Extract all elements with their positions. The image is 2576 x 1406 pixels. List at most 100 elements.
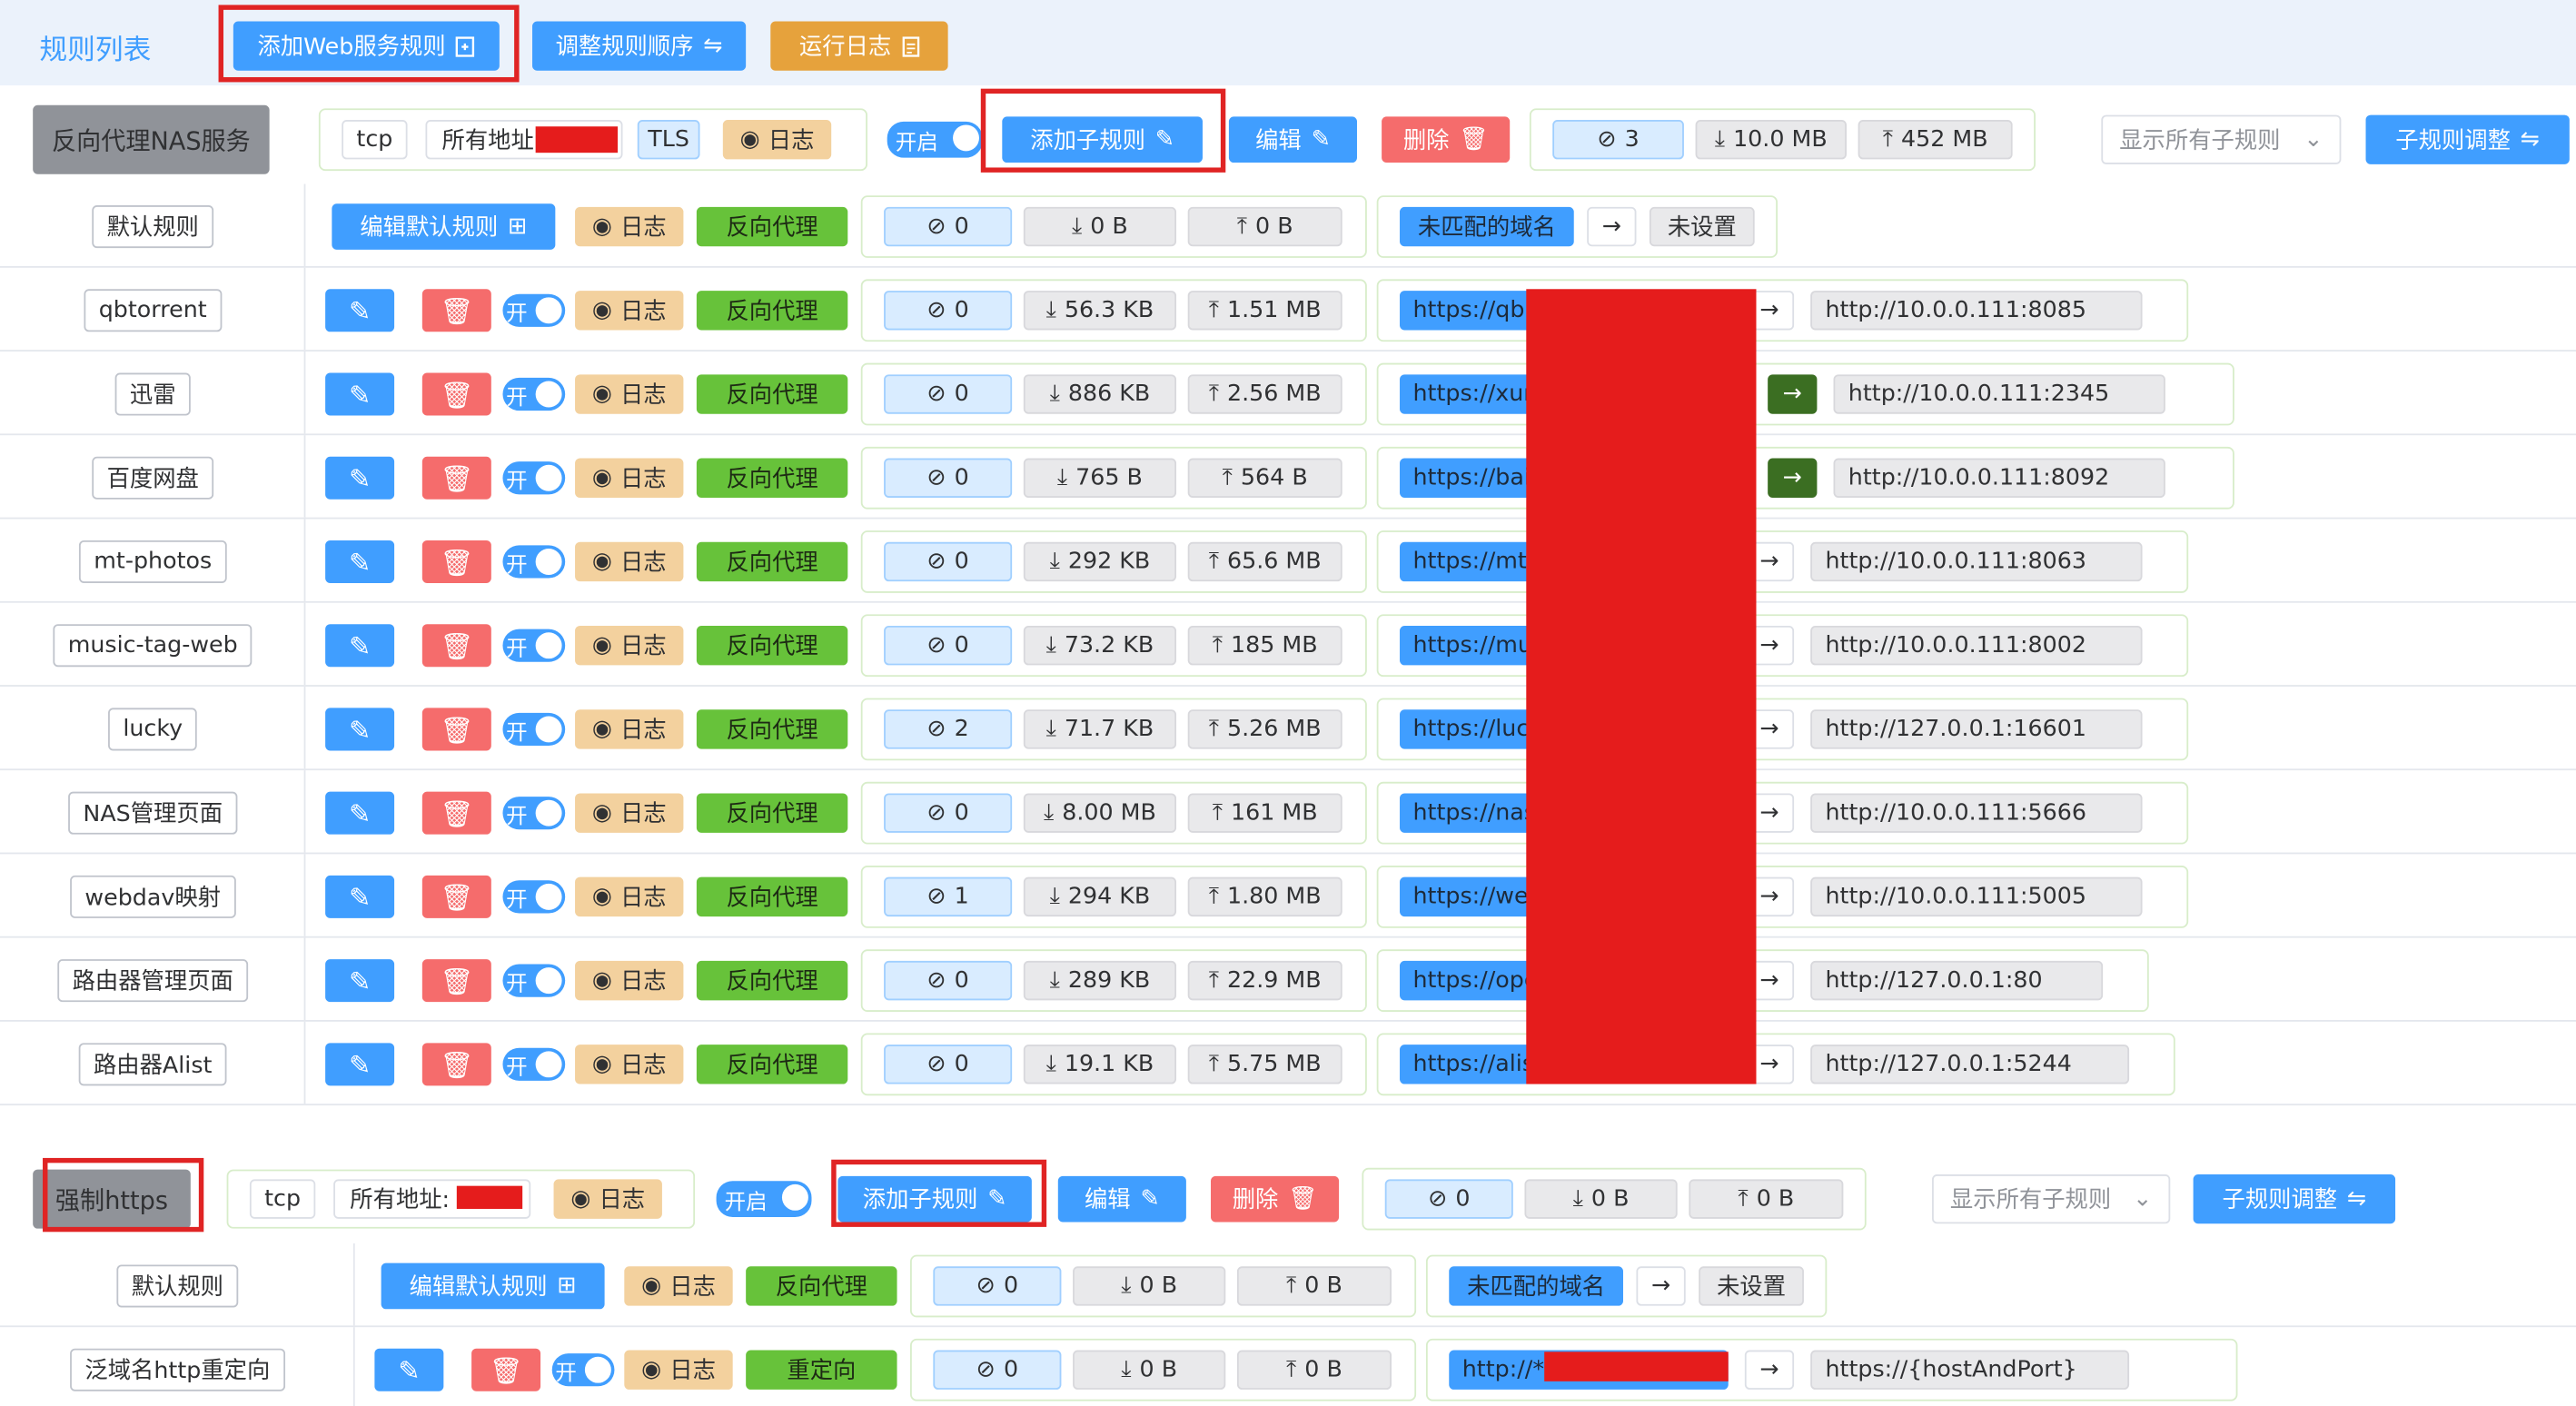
add-document-icon: ⊞ xyxy=(508,213,528,241)
delete-rule-button[interactable]: 🗑 xyxy=(421,959,491,1003)
table-row: 路由器Alist ✎ 🗑 开 ◉ 日志 反向代理 ⊘ 0 ⤓ 19.1 KB ⤒ 5.75 MB http… xyxy=(0,1021,2576,1106)
edit-rule-button[interactable]: ✎ xyxy=(325,456,395,500)
adjust-order-button[interactable]: 调整规则顺序 ⇋ xyxy=(532,21,747,71)
text: → xyxy=(1759,799,1779,827)
text: 73.2 KB xyxy=(1064,632,1154,659)
delete-rule-button[interactable]: 🗑 xyxy=(421,875,491,918)
text: 开 xyxy=(506,636,528,661)
text: 开 xyxy=(506,719,528,746)
edit-icon: ✎ xyxy=(348,378,372,411)
delete-rule-button[interactable]: 🗑 xyxy=(421,791,491,835)
log-tag[interactable]: ◉ 日志 xyxy=(575,876,684,917)
enable-switch[interactable]: 开 xyxy=(502,712,566,747)
add-subrule-button[interactable]: 添加子规则 ✎ xyxy=(837,1175,1032,1223)
download-icon: ⤓ xyxy=(1049,883,1060,910)
edit-icon: ✎ xyxy=(348,797,372,829)
edit-default-rule-button[interactable]: 编辑默认规则 ⊞ xyxy=(381,1262,605,1310)
table-row: lucky ✎ 🗑 开 ◉ 日志 反向代理 ⊘ 2 ⤓ 71.7 KB ⤒ 5.26 MB https:/… xyxy=(0,686,2576,771)
delete-rule-button[interactable]: 🗑 xyxy=(421,456,491,500)
edit-rule-button[interactable]: ✎ xyxy=(325,708,395,751)
enable-switch[interactable]: 开 xyxy=(502,545,566,579)
enable-switch[interactable]: 开 xyxy=(502,880,566,914)
swap-icon: ⇋ xyxy=(2346,1185,2367,1213)
upload-tag: ⤒ 5.75 MB xyxy=(1187,1045,1342,1084)
download-icon: ⤓ xyxy=(1049,549,1060,575)
add-web-rule-button[interactable]: 添加Web服务规则 xyxy=(233,21,500,71)
upload-tag: ⤒ 0 B xyxy=(1236,1266,1392,1306)
enable-switch[interactable]: 开 xyxy=(502,293,566,327)
enable-switch[interactable]: 开 xyxy=(502,629,566,662)
edit-rule-button[interactable]: ✎ xyxy=(325,959,395,1003)
enable-switch[interactable]: 开 xyxy=(502,797,566,830)
log-tag[interactable]: ◉ 日志 xyxy=(575,709,684,749)
enable-switch[interactable]: 开 xyxy=(502,964,566,997)
delete-rule-button[interactable]: 🗑 xyxy=(421,540,491,583)
enable-switch[interactable]: 开启 xyxy=(716,1181,812,1218)
log-tag[interactable]: ◉ 日志 xyxy=(575,793,684,833)
edit-rule-button[interactable]: ✎ xyxy=(325,372,395,416)
enable-switch[interactable]: 开 xyxy=(502,1047,566,1081)
text: 0 B xyxy=(1090,213,1128,241)
log-tag[interactable]: ◉ 日志 xyxy=(553,1179,662,1219)
download-tag: ⤓ 0 B xyxy=(1524,1179,1678,1219)
delete-rule-button[interactable]: 🗑 xyxy=(471,1348,541,1391)
edit-icon: ✎ xyxy=(348,965,372,996)
delete-rule-button[interactable]: 🗑 xyxy=(421,372,491,416)
enable-switch[interactable]: 开启 xyxy=(887,121,983,158)
connections-tag: ⊘ 0 xyxy=(884,960,1013,1001)
subrule-adjust-button[interactable]: 子规则调整 ⇋ xyxy=(2365,114,2570,164)
delete-rule-button[interactable]: 🗑 xyxy=(421,1043,491,1086)
log-tag[interactable]: ◉ 日志 xyxy=(575,960,684,1001)
subrule-adjust-button[interactable]: 子规则调整 ⇋ xyxy=(2193,1174,2396,1224)
log-tag[interactable]: ◉ 日志 xyxy=(575,206,684,247)
table-row: 路由器管理页面 ✎ 🗑 开 ◉ 日志 反向代理 ⊘ 0 ⤓ 289 KB ⤒ 22.9 MB https:… xyxy=(0,937,2576,1022)
log-tag[interactable]: ◉ 日志 xyxy=(624,1266,733,1306)
edit-default-rule-button[interactable]: 编辑默认规则 ⊞ xyxy=(332,203,556,250)
delete-rule-button[interactable]: 🗑 xyxy=(421,289,491,332)
run-log-button[interactable]: 运行日志 xyxy=(770,21,948,71)
add-subrule-button[interactable]: 添加子规则 ✎ xyxy=(1002,116,1203,163)
edit-button[interactable]: 编辑 ✎ xyxy=(1228,116,1357,163)
log-tag[interactable]: ◉ 日志 xyxy=(624,1350,733,1390)
log-tag[interactable]: ◉ 日志 xyxy=(575,626,684,666)
edit-button[interactable]: 编辑 ✎ xyxy=(1057,1175,1186,1223)
edit-rule-button[interactable]: ✎ xyxy=(325,289,395,332)
delete-button[interactable]: 删除 🗑 xyxy=(1382,116,1511,163)
log-tag[interactable]: ◉ 日志 xyxy=(575,1045,684,1084)
edit-rule-button[interactable]: ✎ xyxy=(374,1348,444,1391)
log-tag[interactable]: ◉ 日志 xyxy=(575,458,684,498)
show-subrules-select[interactable]: 显示所有子规则 ⌄ xyxy=(1932,1174,2171,1224)
text: 反向代理 xyxy=(726,466,818,493)
log-tag[interactable]: ◉ 日志 xyxy=(575,374,684,414)
download-icon: ⤓ xyxy=(1045,297,1056,324)
rule-name: mt-photos xyxy=(94,549,213,575)
link-icon: ⊘ xyxy=(926,464,946,491)
upload-icon: ⤒ xyxy=(1208,549,1219,575)
text: 886 KB xyxy=(1067,381,1151,408)
edit-rule-button[interactable]: ✎ xyxy=(325,791,395,835)
edit-icon: ✎ xyxy=(1311,126,1331,153)
edit-icon: ✎ xyxy=(348,1048,372,1081)
edit-rule-button[interactable]: ✎ xyxy=(325,875,395,918)
not-set-tag: 未设置 xyxy=(1649,206,1755,247)
enable-switch[interactable]: 开 xyxy=(502,461,566,495)
download-icon: ⤓ xyxy=(1043,799,1055,827)
edit-rule-button[interactable]: ✎ xyxy=(325,540,395,583)
edit-rule-button[interactable]: ✎ xyxy=(325,624,395,668)
delete-button[interactable]: 删除 🗑 xyxy=(1211,1175,1340,1223)
rule-name-label: 默认规则 xyxy=(116,1264,239,1308)
delete-rule-button[interactable]: 🗑 xyxy=(421,624,491,668)
enable-switch[interactable]: 开 xyxy=(551,1353,615,1387)
show-subrules-select[interactable]: 显示所有子规则 ⌄ xyxy=(2101,114,2342,164)
enable-switch[interactable]: 开 xyxy=(502,377,566,411)
upload-icon: ⤒ xyxy=(1212,632,1223,659)
log-tag[interactable]: ◉ 日志 xyxy=(575,541,684,582)
delete-rule-button[interactable]: 🗑 xyxy=(421,708,491,751)
eye-icon: ◉ xyxy=(591,1051,612,1078)
log-tag[interactable]: ◉ 日志 xyxy=(575,291,684,331)
download-tag: ⤓ 8.00 MB xyxy=(1023,793,1177,833)
source-url: https://ope xyxy=(1412,967,1539,995)
edit-rule-button[interactable]: ✎ xyxy=(325,1043,395,1086)
source-url: https://wel xyxy=(1412,883,1535,910)
log-tag[interactable]: ◉ 日志 xyxy=(722,120,832,160)
